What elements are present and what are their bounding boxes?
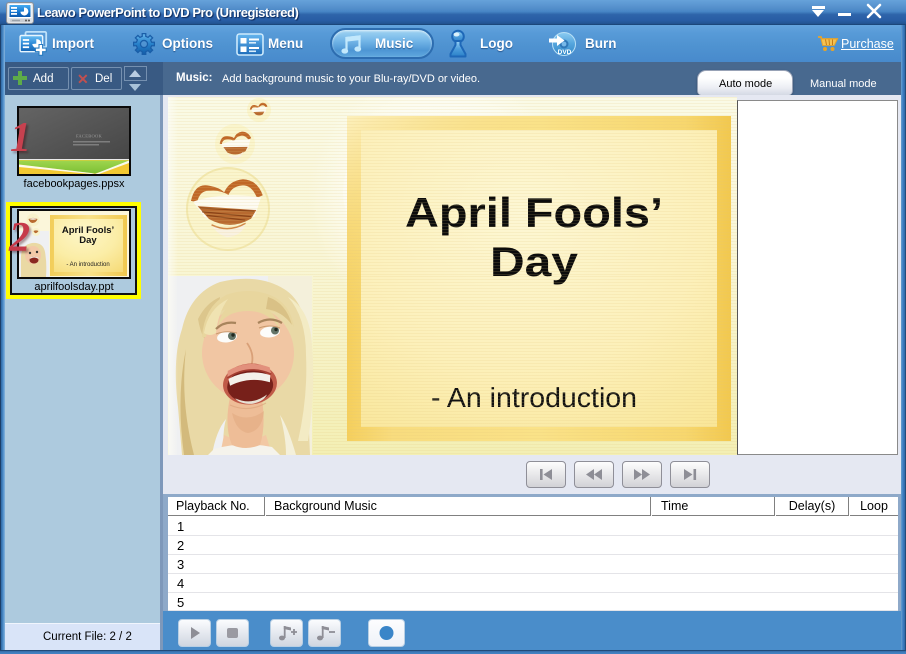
svg-text:FACEBOOK: FACEBOOK xyxy=(76,134,102,139)
svg-text:DVD: DVD xyxy=(558,49,572,56)
svg-text:- An introduction: - An introduction xyxy=(66,262,109,268)
svg-text:Day: Day xyxy=(79,235,97,246)
